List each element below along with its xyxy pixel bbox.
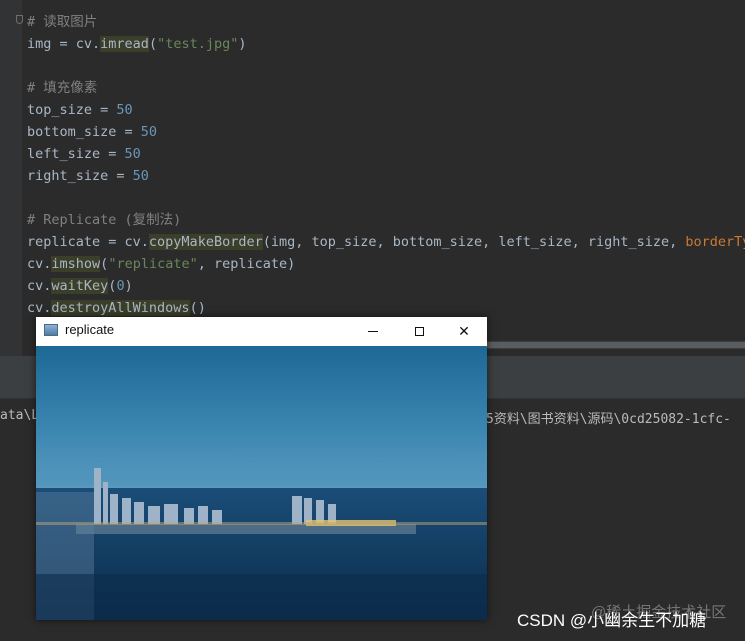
window-titlebar[interactable]: replicate ✕	[36, 317, 487, 346]
code-token: # Replicate (复制法)	[27, 212, 182, 228]
code-line[interactable]	[27, 187, 745, 209]
code-lines[interactable]: # 读取图片 img = cv.imread("test.jpg") # 填充像素 t…	[27, 11, 745, 319]
maximize-icon	[414, 327, 424, 336]
minimize-icon	[368, 331, 378, 332]
code-token: 50	[140, 124, 158, 140]
code-token: destroyAllWindows	[51, 300, 190, 316]
code-token: cv.	[27, 300, 52, 316]
code-token: top_size =	[27, 102, 117, 118]
code-line[interactable]: cv.imshow("replicate", replicate)	[27, 253, 745, 275]
code-token: )	[124, 278, 133, 294]
code-token: bottom_size =	[27, 124, 141, 140]
console-path-left: ata\L	[0, 408, 40, 423]
code-token: )	[238, 36, 247, 52]
code-line[interactable]: img = cv.imread("test.jpg")	[27, 33, 745, 55]
opencv-image-window[interactable]: replicate ✕	[36, 317, 487, 620]
editor-gutter	[0, 0, 23, 356]
code-token: (img, top_size, bottom_size, left_size, …	[262, 234, 686, 250]
code-token: cv.	[27, 278, 52, 294]
bottom-replicated-border	[36, 574, 487, 620]
code-line[interactable]: left_size = 50	[27, 143, 745, 165]
window-title: replicate	[65, 322, 115, 337]
code-token: right_size =	[27, 168, 133, 184]
code-token: , replicate)	[197, 256, 296, 272]
code-line[interactable]: replicate = cv.copyMakeBorder(img, top_s…	[27, 231, 745, 253]
right-replicated-border	[36, 522, 487, 525]
app-icon	[44, 324, 58, 336]
city-harbor-photo	[36, 346, 487, 620]
code-line[interactable]: top_size = 50	[27, 99, 745, 121]
code-line[interactable]: # 读取图片	[27, 11, 745, 33]
code-token: left_size =	[27, 146, 125, 162]
code-editor[interactable]: # 读取图片 img = cv.imread("test.jpg") # 填充像素 t…	[0, 0, 745, 356]
code-token: 0	[116, 278, 125, 294]
code-token: replicate = cv.	[27, 234, 149, 250]
code-token: 50	[116, 102, 133, 118]
code-token: "replicate"	[108, 256, 198, 272]
code-token: # 填充像素	[27, 80, 98, 96]
code-line[interactable]: right_size = 50	[27, 165, 745, 187]
fold-marker-icon[interactable]	[16, 15, 23, 24]
code-token: (	[148, 36, 158, 52]
code-token: borderTyp	[685, 234, 745, 250]
code-token: cv.	[27, 256, 52, 272]
maximize-button[interactable]	[396, 317, 442, 346]
code-token: copyMakeBorder	[148, 234, 263, 250]
csdn-watermark: CSDN @小幽余生不加糖	[517, 611, 707, 630]
code-token: # 读取图片	[27, 14, 98, 30]
code-token: img = cv.	[27, 36, 101, 52]
close-icon: ✕	[458, 323, 470, 340]
code-line[interactable]: # 填充像素	[27, 77, 745, 99]
code-token: "test.jpg"	[157, 36, 239, 52]
console-path-right: 5资料\图书资料\源码\0cd25082-1cfc-	[486, 412, 731, 427]
code-line[interactable]: cv.destroyAllWindows()	[27, 297, 745, 319]
code-line[interactable]: bottom_size = 50	[27, 121, 745, 143]
code-token: 50	[124, 146, 141, 162]
code-token: waitKey	[51, 278, 109, 294]
code-line[interactable]	[27, 55, 745, 77]
close-button[interactable]: ✕	[441, 317, 487, 346]
code-token: 50	[132, 168, 149, 184]
code-token: imshow	[51, 256, 101, 272]
code-line[interactable]: cv.waitKey(0)	[27, 275, 745, 297]
minimize-button[interactable]	[350, 317, 396, 346]
code-line[interactable]: # Replicate (复制法)	[27, 209, 745, 231]
replicate-image	[36, 346, 487, 620]
code-token: ()	[189, 300, 206, 316]
code-token: imread	[100, 36, 149, 52]
